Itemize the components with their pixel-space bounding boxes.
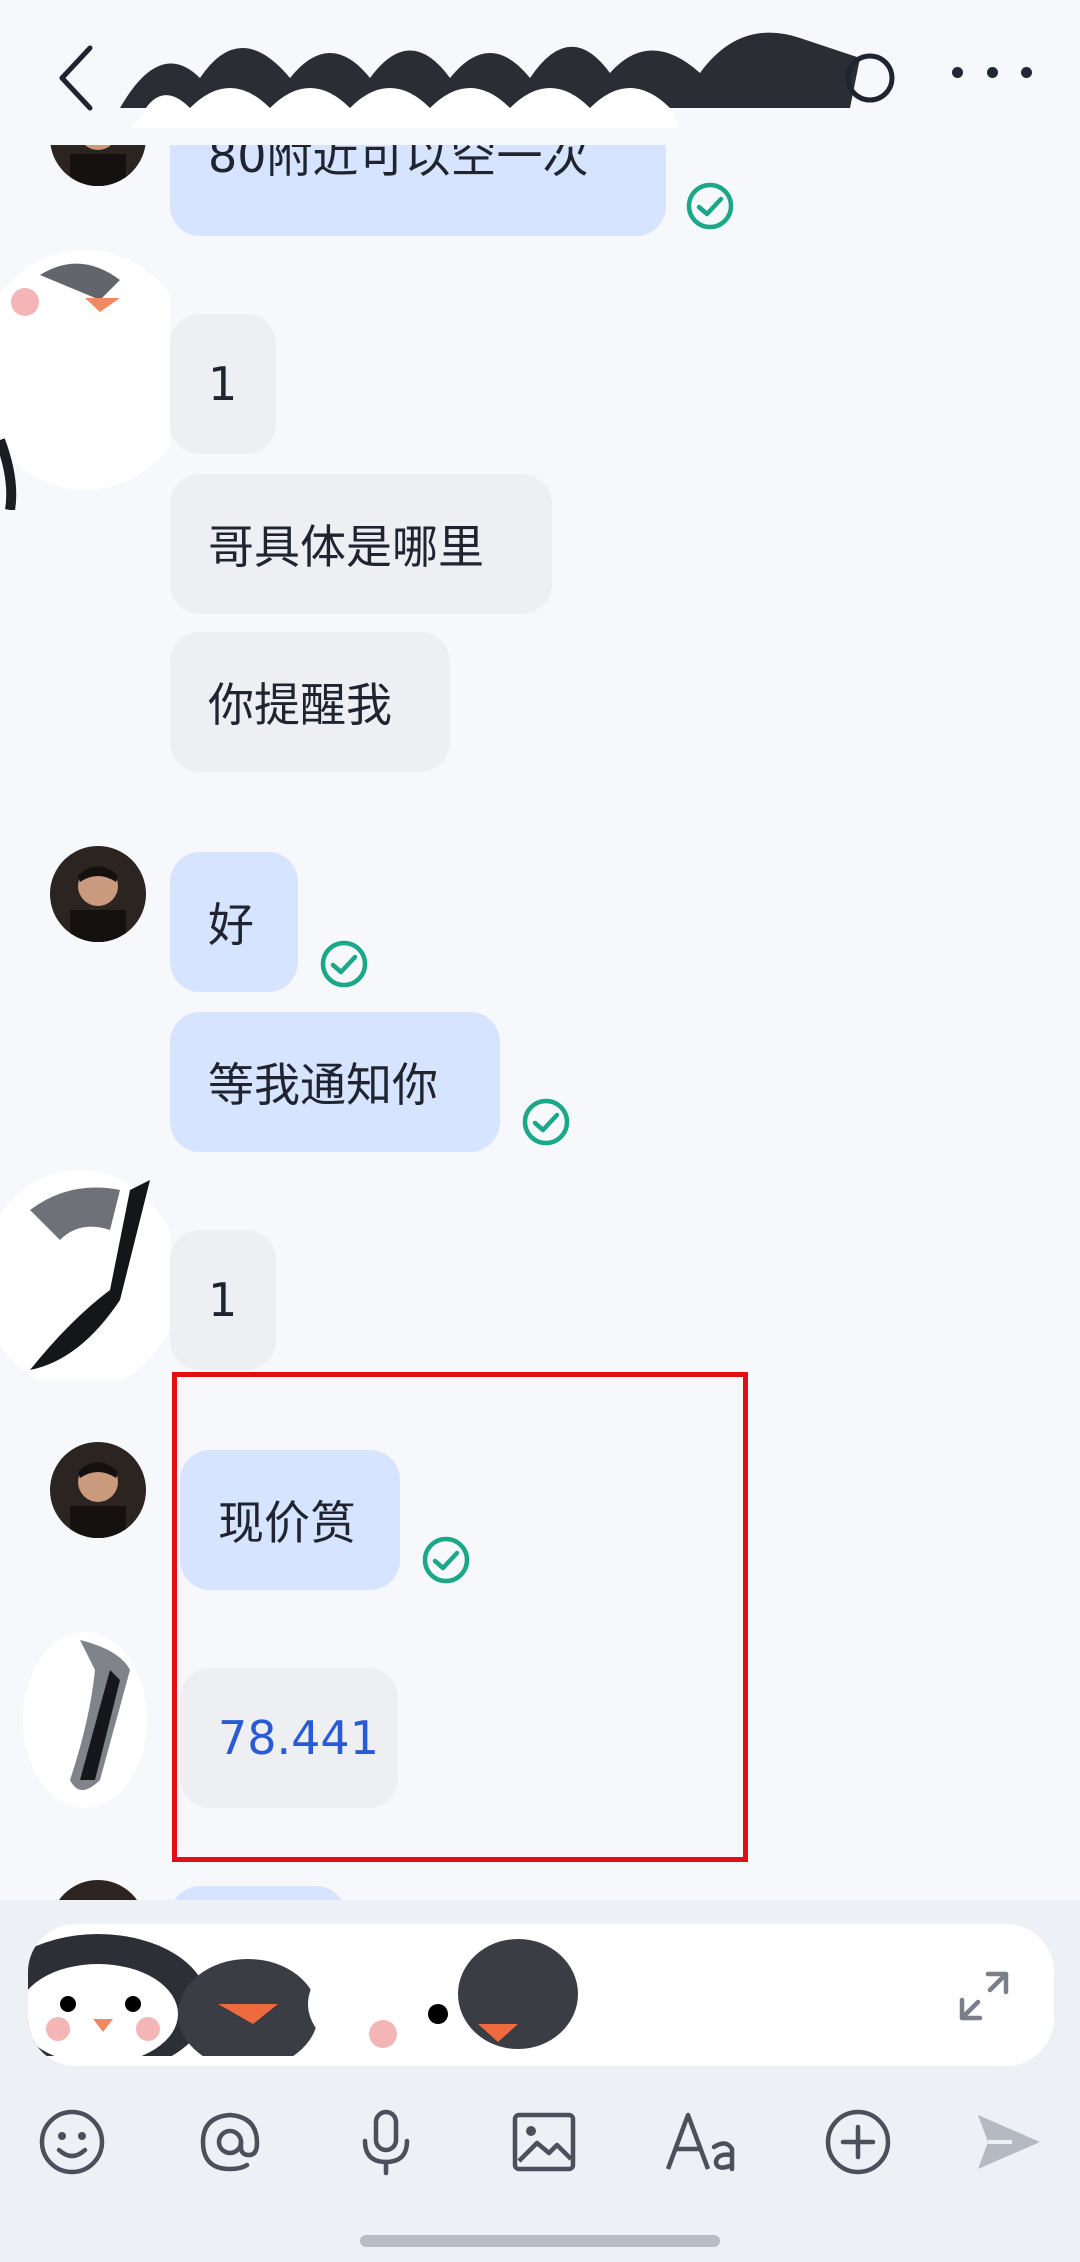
send-button[interactable] [966, 2100, 1050, 2184]
image-button[interactable] [502, 2100, 586, 2184]
sticker-avatar[interactable] [20, 1630, 150, 1810]
sticker-avatar[interactable] [0, 240, 170, 510]
plus-button[interactable] [816, 2100, 900, 2184]
emoji-icon [39, 2109, 105, 2175]
chat-screen: 80附近可以空一次 1 哥具体是哪里 你提醒我 好 等我通知你 1 现价筼 78… [0, 0, 1080, 2262]
read-check-icon [320, 940, 368, 988]
message-bubble[interactable]: 1 [170, 314, 276, 454]
message-bubble[interactable]: 1 [170, 1230, 276, 1370]
message-list[interactable]: 80附近可以空一次 1 哥具体是哪里 你提醒我 好 等我通知你 1 现价筼 78… [0, 0, 1080, 1976]
read-check-icon [522, 1098, 570, 1146]
composer-toolbar [0, 2100, 1080, 2190]
more-dot [1021, 66, 1032, 78]
message-text: 好 [208, 898, 254, 952]
more-dot [986, 66, 998, 78]
message-text: 1 [208, 357, 238, 411]
message-text: 1 [208, 1273, 238, 1327]
voice-button[interactable] [344, 2100, 428, 2184]
mention-button[interactable] [188, 2100, 272, 2184]
text-format-button[interactable] [660, 2100, 744, 2184]
message-text: 等我通知你 [208, 1058, 438, 1112]
read-check-icon [686, 182, 734, 230]
text-format-icon [665, 2112, 735, 2172]
send-icon [978, 2115, 1040, 2169]
plus-icon [825, 2109, 891, 2175]
more-dot [952, 66, 963, 78]
message-input[interactable] [28, 1924, 1054, 2066]
expand-arrows-icon[interactable] [954, 1966, 1014, 2026]
message-bubble[interactable]: 现价筼 [180, 1450, 400, 1590]
title-sticker-banner [120, 18, 900, 128]
sticker-avatar[interactable] [0, 1170, 170, 1380]
back-button[interactable] [50, 38, 110, 118]
message-text: 哥具体是哪里 [208, 520, 484, 574]
more-options-button[interactable] [952, 52, 1032, 92]
emoji-button[interactable] [30, 2100, 114, 2184]
microphone-icon [362, 2109, 410, 2176]
home-indicator [360, 2235, 720, 2247]
chat-header [0, 0, 1080, 145]
message-bubble[interactable]: 78.441 [180, 1668, 398, 1808]
composer [0, 1900, 1080, 2262]
avatar[interactable] [50, 846, 146, 942]
message-bubble[interactable]: 你提醒我 [170, 632, 450, 772]
message-bubble[interactable]: 好 [170, 852, 298, 992]
message-text: 现价筼 [218, 1496, 356, 1550]
chevron-left-icon [59, 45, 93, 111]
message-link[interactable]: 78.441 [218, 1711, 379, 1765]
image-icon [512, 2112, 576, 2172]
mention-icon [200, 2112, 260, 2172]
message-bubble[interactable]: 哥具体是哪里 [170, 474, 552, 614]
sticker-preview [28, 1934, 578, 2056]
read-check-icon [422, 1536, 470, 1584]
message-text: 你提醒我 [208, 678, 392, 732]
message-bubble[interactable]: 等我通知你 [170, 1012, 500, 1152]
avatar[interactable] [50, 1442, 146, 1538]
